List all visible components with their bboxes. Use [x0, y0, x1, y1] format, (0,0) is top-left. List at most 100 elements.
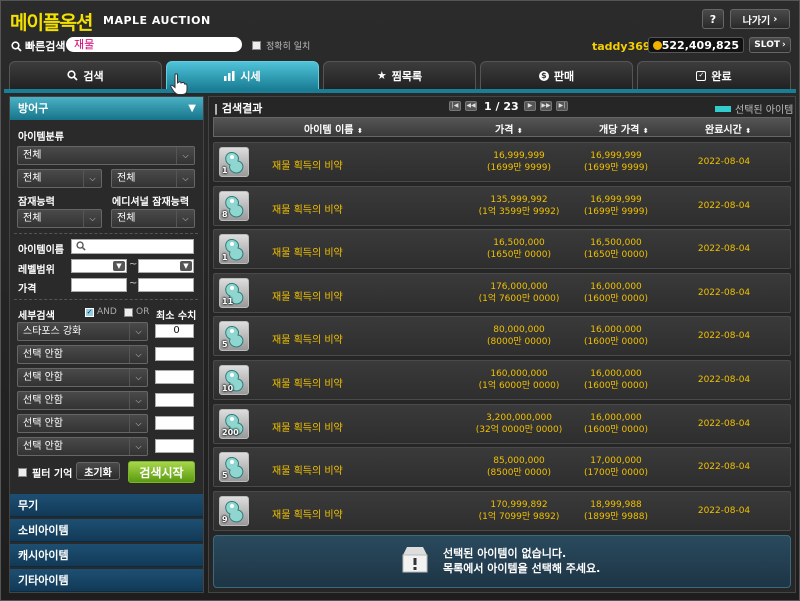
divider [14, 233, 198, 234]
item-class-select[interactable]: 전체 ⌵ [17, 146, 195, 165]
table-row[interactable]: 11 재물 획득의 비약 176,000,000 (1억 7600만 0000) … [213, 272, 791, 313]
detail-min-value-input[interactable] [155, 439, 194, 453]
price-min-input[interactable] [71, 278, 127, 292]
search-start-button[interactable]: 검색시작 [128, 461, 195, 483]
search-icon [76, 241, 86, 251]
sort-icon: ⬍ [356, 127, 363, 135]
and-option[interactable]: ✓ AND [85, 307, 117, 317]
tab-market-price[interactable]: 시세 [166, 61, 319, 90]
empty-box-icon [400, 545, 430, 576]
detail-option-value: 선택 안함 [23, 418, 63, 429]
or-option[interactable]: OR [124, 307, 149, 317]
table-row[interactable]: 9 재물 획득의 비약 170,999,892 (1억 7099만 9892) 1… [213, 490, 791, 531]
reset-button[interactable]: 초기화 [76, 462, 120, 480]
detail-option-select[interactable]: 선택 안함 ⌵ [17, 391, 148, 410]
potential-select[interactable]: 전체 ⌵ [17, 209, 102, 228]
chevron-down-icon: ▼ [188, 103, 196, 114]
col-price[interactable]: 가격 ⬍ [495, 121, 523, 136]
next-page-button[interactable]: ▶ [524, 101, 536, 111]
table-row[interactable]: 1 재물 획득의 비약 16,500,000 (1650만 0000) 16,50… [213, 229, 791, 270]
tab-sell[interactable]: $ 판매 [480, 61, 633, 90]
first-page-button[interactable]: |◀ [449, 101, 461, 111]
detail-min-value-input[interactable] [155, 416, 194, 430]
detail-option-select[interactable]: 스타포스 강화 ⌵ [17, 322, 148, 341]
elixir-icon: 1 [219, 234, 249, 265]
detail-option-select[interactable]: 선택 안함 ⌵ [17, 345, 148, 364]
tab-search[interactable]: 검색 [9, 61, 162, 90]
category-cash[interactable]: 캐시아이템 [10, 544, 203, 567]
unit-price-korean: (1650만 0000) [584, 250, 648, 261]
price-value: 135,999,992 [490, 194, 548, 205]
exact-match-option[interactable]: 정확히 일치 [252, 39, 310, 52]
tab-complete-label: 완료 [711, 69, 732, 83]
star-icon: ★ [376, 69, 387, 82]
exact-match-checkbox[interactable] [252, 41, 261, 50]
unit-price-korean: (1600만 0000) [584, 337, 648, 348]
checked-icon[interactable]: ✓ [85, 307, 94, 317]
detail-option-select[interactable]: 선택 안함 ⌵ [17, 437, 148, 456]
elixir-icon: 1 [219, 147, 249, 177]
quick-search-input[interactable]: 재물 [66, 37, 242, 52]
category-etc[interactable]: 기타아이템 [10, 569, 203, 592]
last-page-button[interactable]: ▶| [556, 101, 568, 111]
unit-price: 16,000,000 (1600만 0000) [571, 324, 661, 348]
table-row[interactable]: 5 재물 획득의 비약 80,000,000 (8000만 0000) 16,00… [213, 316, 791, 357]
chevron-down-icon: ▼ [113, 261, 125, 271]
next10-page-button[interactable]: ▶▶ [540, 101, 552, 111]
help-button[interactable]: ? [702, 9, 724, 29]
item-name-input[interactable] [71, 239, 194, 254]
or-checkbox[interactable] [124, 307, 133, 317]
selected-legend-label: 선택된 아이템 [735, 105, 794, 116]
additional-potential-select[interactable]: 전체 ⌵ [111, 209, 195, 228]
col-price-label: 가격 [495, 125, 514, 136]
detail-min-value-input[interactable] [155, 347, 194, 361]
unit-price-korean: (1700만 0000) [584, 468, 648, 479]
category-consumable[interactable]: 소비아이템 [10, 519, 203, 542]
category-weapon[interactable]: 무기 [10, 494, 203, 517]
chevron-down-icon: ⌵ [129, 438, 147, 455]
total-price: 160,000,000 (1억 6000만 0000) [454, 368, 584, 392]
detail-option-select[interactable]: 선택 안함 ⌵ [17, 414, 148, 433]
item-subclass2-value: 전체 [117, 173, 136, 184]
col-item-name[interactable]: 아이템 이름 ⬍ [304, 121, 363, 136]
complete-date: 2022-08-04 [697, 462, 751, 473]
detail-min-value-input[interactable] [155, 393, 194, 407]
tab-complete[interactable]: ✓ 완료 [637, 61, 791, 90]
item-subclass2-select[interactable]: 전체 ⌵ [111, 169, 195, 188]
tab-wishlist[interactable]: ★ 찜목록 [323, 61, 476, 90]
level-max-select[interactable]: ▼ [138, 259, 194, 273]
sell-icon: $ [538, 70, 549, 81]
detail-option-select[interactable]: 선택 안함 ⌵ [17, 368, 148, 387]
detail-min-value-input[interactable] [155, 370, 194, 384]
table-row[interactable]: 5 재물 획득의 비약 85,000,000 (8500만 0000) 17,00… [213, 447, 791, 488]
chevron-down-icon: ⌵ [176, 147, 194, 164]
price-korean: (1억 7099만 9892) [478, 511, 560, 522]
remember-filter-checkbox[interactable] [18, 468, 27, 477]
elixir-icon: 5 [219, 321, 249, 352]
item-subclass1-select[interactable]: 전체 ⌵ [17, 169, 102, 188]
table-row[interactable]: 200 재물 획득의 비약 3,200,000,000 (32억 0000만 00… [213, 403, 791, 444]
col-unit-price[interactable]: 개당 가격 ⬍ [599, 121, 649, 136]
exit-button[interactable]: 나가기 › [730, 9, 790, 29]
item-name: 재물 획득의 비약 [272, 204, 343, 216]
unit-price-korean: (1699만 9999) [584, 163, 648, 173]
page-indicator: 1 / 23 [484, 100, 519, 113]
prev-page-button[interactable]: ◀◀ [465, 101, 477, 111]
item-name: 재물 획득의 비약 [272, 422, 343, 434]
unit-price-korean: (1600만 0000) [584, 293, 648, 304]
total-price: 16,500,000 (1650만 0000) [454, 237, 584, 261]
category-armor-header[interactable]: 방어구 ▼ [10, 97, 203, 120]
slot-button[interactable]: SLOT › [749, 37, 791, 53]
level-min-select[interactable]: ▼ [71, 259, 127, 273]
category-armor-label: 방어구 [18, 102, 49, 115]
detail-min-value-input[interactable]: 0 [155, 324, 194, 338]
elixir-icon: 11 [219, 277, 249, 308]
remember-filter-option[interactable]: 필터 기억 [18, 465, 72, 480]
chevron-down-icon: ⌵ [129, 392, 147, 409]
col-complete-time[interactable]: 완료시간 ⬍ [705, 121, 751, 136]
table-row[interactable]: 10 재물 획득의 비약 160,000,000 (1억 6000만 0000) … [213, 360, 791, 400]
table-row[interactable]: 8 재물 획득의 비약 135,999,992 (1억 3599만 9992) 1… [213, 185, 791, 226]
table-row[interactable]: 1 재물 획득의 비약 16,999,999 (1699만 9999) 16,99… [213, 142, 791, 182]
price-max-input[interactable] [138, 278, 194, 292]
detail-option-value: 선택 안함 [23, 395, 63, 406]
